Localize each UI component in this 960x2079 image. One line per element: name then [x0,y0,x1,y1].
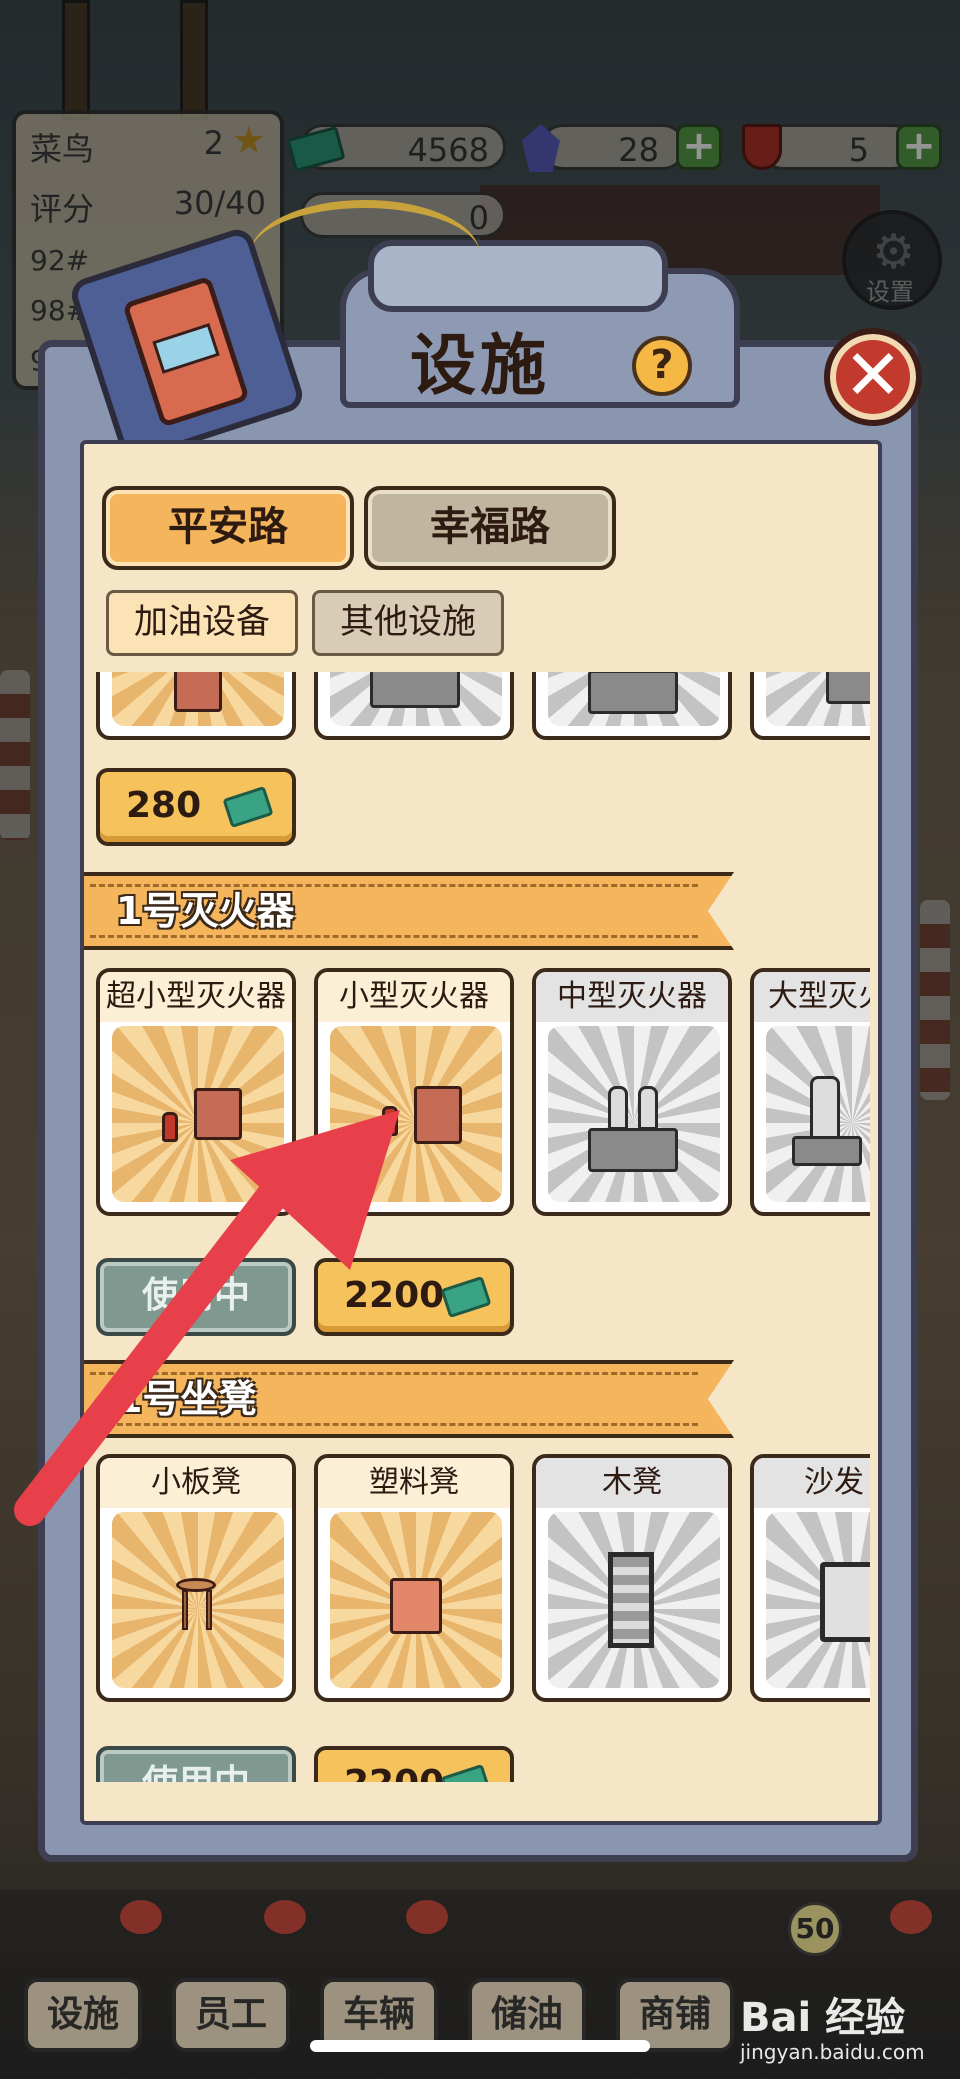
cash-icon [440,1763,492,1782]
item-card-extinguisher-s[interactable]: 小型灭火器 [314,968,514,1216]
item-name: 大型灭火器 [754,972,870,1022]
help-button[interactable]: ? [632,336,692,396]
extinguisher-image [766,1026,870,1202]
item-name: 超小型灭火器 [100,972,292,1022]
tab-pingan-road[interactable]: 平安路 [102,486,354,570]
item-card-sofa[interactable]: 沙发 [750,1454,870,1702]
item-card-stool-plastic[interactable]: 塑料凳 [314,1454,514,1702]
in-use-button[interactable]: 使用中 [96,1746,296,1782]
section-title: 1号坐凳 [116,1377,257,1421]
tab-other-facilities[interactable]: 其他设施 [312,590,504,656]
item-card[interactable] [750,672,870,740]
notification-bubble [890,1900,932,1934]
cash-icon [440,1275,492,1319]
item-card-extinguisher-xs[interactable]: 超小型灭火器 [96,968,296,1216]
close-button[interactable]: ✕ [824,328,922,426]
item-name: 小型灭火器 [318,972,510,1022]
cash-icon [222,785,274,829]
watermark-url: jingyan.baidu.com [740,2040,925,2064]
price-value: 2200 [344,1763,444,1782]
item-card[interactable] [314,672,514,740]
extinguisher-image [548,1026,720,1202]
level-badge: 50 [788,1902,842,1956]
price-value: 280 [126,785,202,826]
item-card-stool-wood[interactable]: 木凳 [532,1454,732,1702]
stool-image [330,1512,502,1688]
item-image [112,672,284,726]
item-card-extinguisher-m[interactable]: 中型灭火器 [532,968,732,1216]
extinguisher-image [112,1026,284,1202]
item-name: 塑料凳 [318,1458,510,1508]
tab-xingfu-road[interactable]: 幸福路 [364,486,616,570]
modal-title: 设施 [410,327,550,404]
notification-bubble [264,1900,306,1934]
home-indicator[interactable] [310,2040,650,2052]
facility-list[interactable]: 280 1号灭火器 超小型灭火器 小型灭火器 中型灭火器 大型灭火器 [84,672,870,1782]
section-banner: 1号灭火器 [84,872,734,950]
item-card-extinguisher-l[interactable]: 大型灭火器 [750,968,870,1216]
chair-image [548,1512,720,1688]
nav-staff[interactable]: 员工 [172,1978,290,2052]
item-name: 木凳 [536,1458,728,1508]
notification-bubble [120,1900,162,1934]
buy-button[interactable]: 2200 [314,1258,514,1336]
section-banner: 1号坐凳 [84,1360,734,1438]
section-title: 1号灭火器 [116,889,295,933]
item-image [766,672,870,726]
extinguisher-image [330,1026,502,1202]
notification-bubble [406,1900,448,1934]
tag-rope [250,200,480,310]
stool-image [112,1512,284,1688]
tab-fuel-equipment[interactable]: 加油设备 [106,590,298,656]
item-name: 沙发 [754,1458,870,1508]
item-image [548,672,720,726]
item-card[interactable] [532,672,732,740]
watermark-logo: Bai 经验 [740,1995,906,2041]
buy-button[interactable]: 280 [96,768,296,846]
price-value: 2200 [344,1275,445,1316]
fuel-pump-icon [122,275,250,428]
sofa-image [766,1512,870,1688]
item-image [330,672,502,726]
item-name: 小板凳 [100,1458,292,1508]
item-card[interactable] [96,672,296,740]
buy-button[interactable]: 2200 [314,1746,514,1782]
item-name: 中型灭火器 [536,972,728,1022]
nav-facilities[interactable]: 设施 [24,1978,142,2052]
item-card-stool-small[interactable]: 小板凳 [96,1454,296,1702]
in-use-button[interactable]: 使用中 [96,1258,296,1336]
